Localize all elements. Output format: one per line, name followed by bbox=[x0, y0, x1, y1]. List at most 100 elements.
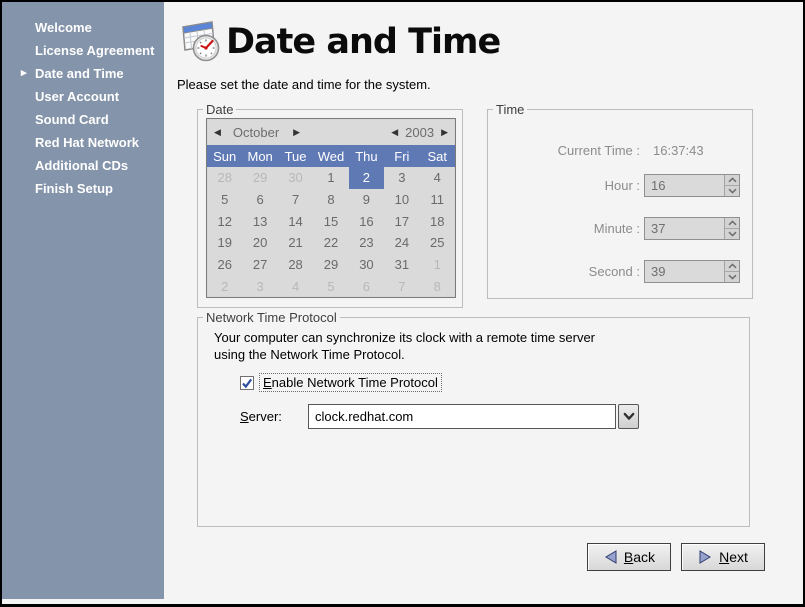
calendar-day[interactable]: 3 bbox=[242, 275, 277, 297]
calendar-day[interactable]: 17 bbox=[384, 210, 419, 232]
sidebar-item-user-account: User Account bbox=[2, 85, 164, 108]
current-time-label: Current Time : bbox=[488, 143, 640, 158]
calendar-day[interactable]: 16 bbox=[349, 210, 384, 232]
next-button[interactable]: Next bbox=[681, 543, 765, 571]
calendar-day[interactable]: 29 bbox=[313, 254, 348, 276]
calendar-day[interactable]: 8 bbox=[420, 275, 455, 297]
time-group-label: Time bbox=[493, 102, 527, 117]
calendar-day[interactable]: 28 bbox=[207, 167, 242, 189]
next-button-label: Next bbox=[719, 549, 748, 565]
enable-ntp-checkbox-label[interactable]: Enable Network Time Protocol bbox=[260, 374, 441, 391]
server-label: Server: bbox=[240, 409, 308, 424]
calendar-day[interactable]: 19 bbox=[207, 232, 242, 254]
calendar-day[interactable]: 11 bbox=[420, 189, 455, 211]
calendar-day[interactable]: 4 bbox=[420, 167, 455, 189]
calendar-day[interactable]: 18 bbox=[420, 210, 455, 232]
calendar-day[interactable]: 14 bbox=[278, 210, 313, 232]
calendar-day[interactable]: 4 bbox=[278, 275, 313, 297]
hour-spin-up-button[interactable] bbox=[725, 175, 739, 186]
current-step-arrow-icon: ▸ bbox=[21, 62, 27, 85]
calendar-day[interactable]: 13 bbox=[242, 210, 277, 232]
calendar-day[interactable]: 1 bbox=[313, 167, 348, 189]
sidebar-item-label: License Agreement bbox=[35, 43, 154, 58]
calendar-day[interactable]: 31 bbox=[384, 254, 419, 276]
ntp-description-line1: Your computer can synchronize its clock … bbox=[214, 329, 595, 346]
calendar-day[interactable]: 24 bbox=[384, 232, 419, 254]
calendar-day[interactable]: 27 bbox=[242, 254, 277, 276]
second-spinner[interactable]: 39 bbox=[644, 260, 740, 283]
sidebar-item-sound-card: Sound Card bbox=[2, 108, 164, 131]
ntp-description-line2: using the Network Time Protocol. bbox=[214, 346, 405, 363]
calendar-day-selected[interactable]: 2 bbox=[349, 167, 384, 189]
ntp-group: Network Time Protocol Your computer can … bbox=[197, 317, 750, 527]
second-spin-down-button[interactable] bbox=[725, 272, 739, 282]
calendar-day[interactable]: 9 bbox=[349, 189, 384, 211]
calendar-day[interactable]: 20 bbox=[242, 232, 277, 254]
minute-spin-up-button[interactable] bbox=[725, 218, 739, 229]
hour-spinner[interactable]: 16 bbox=[644, 174, 740, 197]
calendar-nav: ◀ October ▶ ◀ 2003 ▶ bbox=[207, 119, 455, 145]
calendar-day[interactable]: 28 bbox=[278, 254, 313, 276]
second-value: 39 bbox=[645, 261, 724, 282]
calendar-day-header: Fri bbox=[384, 145, 419, 167]
calendar-day[interactable]: 30 bbox=[278, 167, 313, 189]
back-button[interactable]: Back bbox=[587, 543, 671, 571]
check-icon bbox=[241, 377, 253, 389]
calendar-day[interactable]: 7 bbox=[278, 189, 313, 211]
sidebar-item-label: Additional CDs bbox=[35, 158, 128, 173]
calendar-month-label: October bbox=[233, 125, 279, 140]
calendar-day[interactable]: 6 bbox=[349, 275, 384, 297]
setup-wizard-window: Welcome License Agreement ▸ Date and Time Us… bbox=[0, 0, 805, 607]
calendar-day[interactable]: 23 bbox=[349, 232, 384, 254]
minute-spin-down-button[interactable] bbox=[725, 229, 739, 239]
calendar-day[interactable]: 15 bbox=[313, 210, 348, 232]
calendar-day[interactable]: 22 bbox=[313, 232, 348, 254]
calendar-day[interactable]: 5 bbox=[207, 189, 242, 211]
back-button-label: Back bbox=[624, 549, 655, 565]
enable-ntp-checkbox[interactable] bbox=[240, 376, 254, 390]
calendar-day[interactable]: 8 bbox=[313, 189, 348, 211]
calendar-day[interactable]: 1 bbox=[420, 254, 455, 276]
next-month-button[interactable]: ▶ bbox=[293, 119, 300, 145]
calendar-day[interactable]: 12 bbox=[207, 210, 242, 232]
calendar-widget: ◀ October ▶ ◀ 2003 ▶ SunMonTueWedThuFriS… bbox=[206, 118, 456, 298]
calendar-day[interactable]: 26 bbox=[207, 254, 242, 276]
calendar-grid: 2829301234567891011121314151617181920212… bbox=[207, 167, 455, 297]
current-time-row: Current Time : 16:37:43 bbox=[488, 138, 704, 162]
calendar-day-header: Sun bbox=[207, 145, 242, 167]
server-dropdown-button[interactable] bbox=[618, 404, 639, 429]
calendar-day[interactable]: 29 bbox=[242, 167, 277, 189]
chevron-down-icon bbox=[623, 412, 635, 421]
calendar-day[interactable]: 7 bbox=[384, 275, 419, 297]
sidebar-item-welcome: Welcome bbox=[2, 16, 164, 39]
current-time-value: 16:37:43 bbox=[653, 143, 704, 158]
prev-year-button[interactable]: ◀ bbox=[391, 119, 398, 145]
calendar-day[interactable]: 6 bbox=[242, 189, 277, 211]
calendar-day-header: Wed bbox=[313, 145, 348, 167]
date-group: Date ◀ October ▶ ◀ 2003 ▶ SunMonTueWedTh… bbox=[197, 109, 463, 308]
server-input[interactable]: clock.redhat.com bbox=[308, 404, 616, 429]
prev-month-button[interactable]: ◀ bbox=[214, 119, 221, 145]
calendar-day[interactable]: 25 bbox=[420, 232, 455, 254]
calendar-day-header: Sat bbox=[420, 145, 455, 167]
calendar-day-header: Mon bbox=[242, 145, 277, 167]
sidebar-item-finish-setup: Finish Setup bbox=[2, 177, 164, 200]
minute-spinner[interactable]: 37 bbox=[644, 217, 740, 240]
second-spin-up-button[interactable] bbox=[725, 261, 739, 272]
minute-label: Minute : bbox=[488, 221, 640, 236]
date-time-icon bbox=[176, 17, 224, 65]
calendar-day[interactable]: 5 bbox=[313, 275, 348, 297]
sidebar-item-label: Sound Card bbox=[35, 112, 109, 127]
next-year-button[interactable]: ▶ bbox=[441, 119, 448, 145]
calendar-day[interactable]: 21 bbox=[278, 232, 313, 254]
calendar-day[interactable]: 30 bbox=[349, 254, 384, 276]
sidebar-item-license-agreement: License Agreement bbox=[2, 39, 164, 62]
calendar-day[interactable]: 3 bbox=[384, 167, 419, 189]
calendar-day[interactable]: 10 bbox=[384, 189, 419, 211]
sidebar-item-label: Date and Time bbox=[35, 66, 124, 81]
hour-spin-down-button[interactable] bbox=[725, 186, 739, 196]
calendar-day[interactable]: 2 bbox=[207, 275, 242, 297]
ntp-group-label: Network Time Protocol bbox=[203, 310, 340, 325]
calendar-day-header: Thu bbox=[349, 145, 384, 167]
calendar-year-label: 2003 bbox=[405, 125, 434, 140]
